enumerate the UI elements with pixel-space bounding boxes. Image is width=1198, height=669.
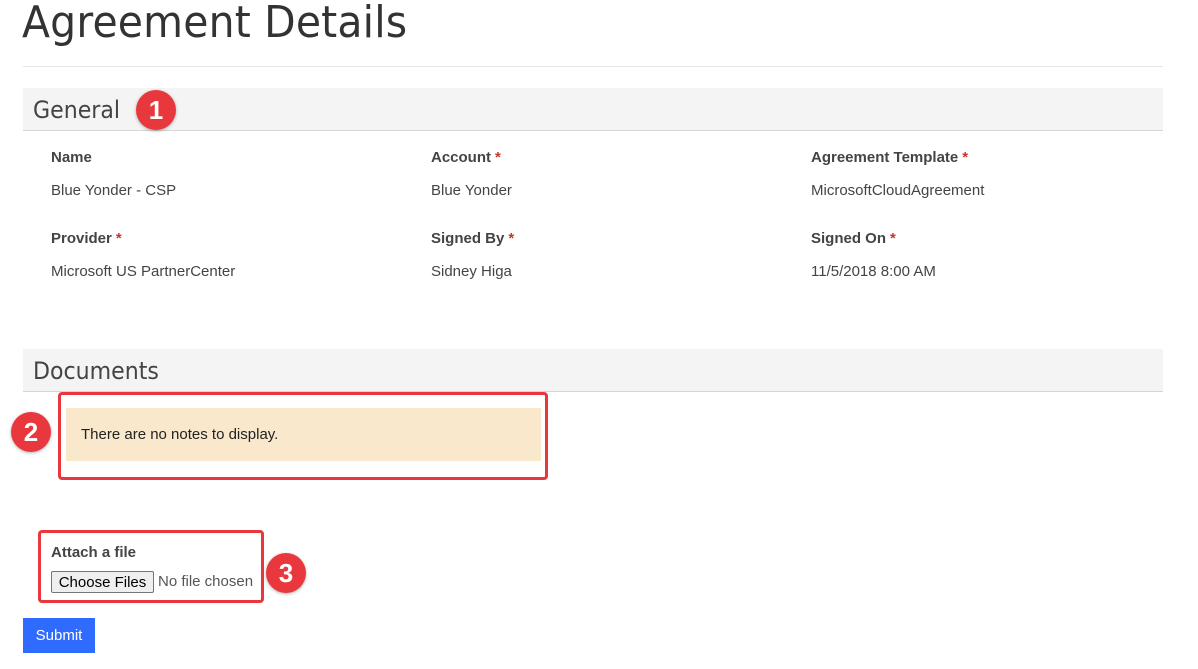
field-value: Blue Yonder - CSP [51,182,177,199]
callout-badge-1: 1 [136,90,176,130]
field-label: Signed By * [431,230,515,247]
required-marker: * [962,149,969,166]
field-label: Account * [431,149,501,166]
required-marker: * [508,230,515,247]
required-marker: * [115,230,122,247]
general-heading: General [33,96,121,124]
field-label: Provider * [51,230,122,247]
notes-empty-message: There are no notes to display. [66,408,541,461]
choose-files-button[interactable]: Choose Files [51,571,154,593]
documents-heading: Documents [33,357,159,385]
field-value: 11/5/2018 8:00 AM [811,263,936,280]
field-value: Microsoft US PartnerCenter [51,263,236,280]
required-marker: * [495,149,501,166]
field-label: Signed On * [811,230,896,247]
required-marker: * [890,230,896,247]
file-status-text: No file chosen [158,573,254,590]
field-label: Name [51,149,92,166]
field-agreement-template: Agreement Template * MicrosoftCloudAgreem… [811,148,1171,201]
field-account: Account * Blue Yonder [431,148,791,201]
title-divider [23,66,1163,67]
general-section-header: General [23,88,1163,131]
page-title: Agreement Details [22,0,408,48]
field-name: Name Blue Yonder - CSP [51,148,411,201]
field-provider: Provider * Microsoft US PartnerCenter [51,229,411,282]
attach-file-label: Attach a file [51,544,137,561]
documents-section-header: Documents [23,349,1163,392]
field-value: Blue Yonder [431,182,512,199]
submit-button[interactable]: Submit [23,618,95,653]
callout-badge-2: 2 [11,412,51,452]
field-value: Sidney Higa [431,263,512,280]
field-signed-by: Signed By * Sidney Higa [431,229,791,282]
callout-badge-3: 3 [266,553,306,593]
field-value: MicrosoftCloudAgreement [811,182,985,199]
field-label: Agreement Template * [811,149,969,166]
field-signed-on: Signed On * 11/5/2018 8:00 AM [811,229,1171,282]
